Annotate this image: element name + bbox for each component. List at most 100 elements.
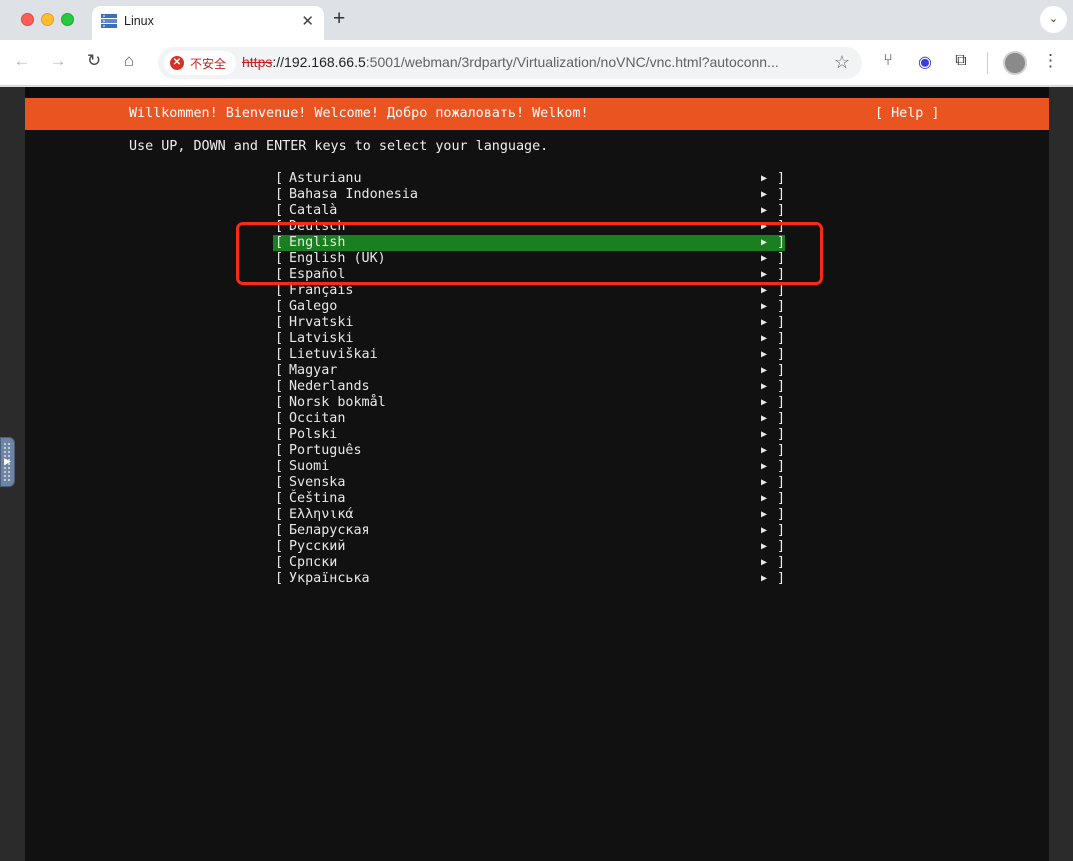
- submenu-arrow-icon: ▶: [761, 445, 768, 456]
- option-bracket-close: ]: [777, 411, 786, 426]
- language-option[interactable]: [Català ▶]: [273, 203, 785, 219]
- reload-icon[interactable]: ↻: [83, 51, 105, 71]
- language-option[interactable]: [Asturianu ▶]: [273, 171, 785, 187]
- url-host: ://192.168.66.5: [272, 54, 366, 70]
- option-bracket-open: [: [275, 459, 284, 474]
- window-close-button[interactable]: [21, 13, 34, 26]
- language-label: Català: [289, 203, 338, 218]
- option-bracket-open: [: [275, 411, 284, 426]
- language-label: Беларуская: [289, 523, 370, 538]
- home-icon[interactable]: ⌂: [118, 51, 140, 71]
- option-bracket-open: [: [275, 491, 284, 506]
- forward-arrow-icon[interactable]: →: [47, 51, 69, 71]
- active-tab[interactable]: Linux ✕: [92, 6, 324, 40]
- expand-arrow-icon: ▶: [4, 456, 11, 466]
- cutlery-icon[interactable]: ⑂: [877, 52, 899, 70]
- language-option[interactable]: [Čeština ▶]: [273, 491, 785, 507]
- submenu-arrow-icon: ▶: [761, 541, 768, 552]
- option-bracket-close: ]: [777, 459, 786, 474]
- option-bracket-open: [: [275, 331, 284, 346]
- language-option[interactable]: [ Português ▶]: [273, 443, 785, 459]
- language-option[interactable]: [Norsk bokmål ▶]: [273, 395, 785, 411]
- option-bracket-close: ]: [777, 427, 786, 442]
- back-arrow-icon[interactable]: ←: [11, 51, 33, 71]
- security-pill[interactable]: ✕ 不安全: [164, 51, 236, 75]
- installer-header: Willkommen! Bienvenue! Welcome! Добро по…: [25, 98, 1049, 130]
- language-label: Українська: [289, 571, 370, 586]
- language-label: Português: [289, 443, 362, 458]
- language-option[interactable]: [Polski ▶]: [273, 427, 785, 443]
- language-option[interactable]: [Українська ▶]: [273, 571, 785, 587]
- server-icon: [101, 14, 117, 28]
- language-option[interactable]: [Bahasa Indonesia ▶]: [273, 187, 785, 203]
- language-option[interactable]: [Français ▶]: [273, 283, 785, 299]
- language-label: Galego: [289, 299, 338, 314]
- submenu-arrow-icon: ▶: [761, 365, 768, 376]
- language-option[interactable]: [Svenska ▶]: [273, 475, 785, 491]
- more-menu-icon[interactable]: ⋮: [1042, 51, 1059, 71]
- welcome-title: Willkommen! Bienvenue! Welcome! Добро по…: [129, 106, 589, 121]
- tab-search-button[interactable]: ⌄: [1040, 6, 1067, 33]
- language-option[interactable]: [Suomi ▶]: [273, 459, 785, 475]
- option-bracket-close: ]: [777, 523, 786, 538]
- language-label: Magyar: [289, 363, 338, 378]
- language-label: Svenska: [289, 475, 346, 490]
- language-option[interactable]: [Magyar ▶]: [273, 363, 785, 379]
- security-label: 不安全: [190, 57, 227, 71]
- language-option[interactable]: [Lietuviškai ▶]: [273, 347, 785, 363]
- language-label: Norsk bokmål: [289, 395, 386, 410]
- option-bracket-close: ]: [777, 539, 786, 554]
- novnc-control-handle[interactable]: ▶: [0, 437, 15, 487]
- option-bracket-close: ]: [777, 443, 786, 458]
- language-option[interactable]: [Nederlands ▶]: [273, 379, 785, 395]
- instructions-text: Use UP, DOWN and ENTER keys to select yo…: [129, 139, 549, 154]
- option-bracket-open: [: [275, 475, 284, 490]
- language-option[interactable]: [Беларуская ▶]: [273, 523, 785, 539]
- language-label: Ελληνικά: [289, 507, 354, 522]
- submenu-arrow-icon: ▶: [761, 397, 768, 408]
- window-minimize-button[interactable]: [41, 13, 54, 26]
- option-bracket-close: ]: [777, 331, 786, 346]
- record-icon[interactable]: ◉: [914, 52, 936, 72]
- submenu-arrow-icon: ▶: [761, 301, 768, 312]
- option-bracket-open: [: [275, 443, 284, 458]
- address-bar[interactable]: ✕ 不安全 https://192.168.66.5:5001/webman/3…: [158, 47, 862, 79]
- new-tab-button[interactable]: +: [333, 7, 345, 31]
- language-label: Asturianu: [289, 171, 362, 186]
- language-option[interactable]: [Hrvatski ▶]: [273, 315, 785, 331]
- profile-avatar[interactable]: [1003, 51, 1027, 75]
- language-option[interactable]: [Српски ▶]: [273, 555, 785, 571]
- option-bracket-close: ]: [777, 475, 786, 490]
- url-text[interactable]: https://192.168.66.5:5001/webman/3rdpart…: [242, 54, 779, 70]
- submenu-arrow-icon: ▶: [761, 349, 768, 360]
- option-bracket-open: [: [275, 347, 284, 362]
- submenu-arrow-icon: ▶: [761, 381, 768, 392]
- language-label: Latviski: [289, 331, 354, 346]
- option-bracket-close: ]: [777, 203, 786, 218]
- language-label: Lietuviškai: [289, 347, 378, 362]
- puzzle-extension-icon[interactable]: ⧉: [950, 52, 972, 70]
- language-option[interactable]: [Русский ▶]: [273, 539, 785, 555]
- submenu-arrow-icon: ▶: [761, 317, 768, 328]
- option-bracket-open: [: [275, 427, 284, 442]
- vnc-console[interactable]: Willkommen! Bienvenue! Welcome! Добро по…: [25, 87, 1049, 861]
- option-bracket-open: [: [275, 555, 284, 570]
- language-option[interactable]: [Galego ▶]: [273, 299, 785, 315]
- tab-close-icon[interactable]: ✕: [301, 12, 314, 30]
- submenu-arrow-icon: ▶: [761, 557, 768, 568]
- submenu-arrow-icon: ▶: [761, 285, 768, 296]
- language-label: Српски: [289, 555, 338, 570]
- language-option[interactable]: [ Latviski ▶]: [273, 331, 785, 347]
- help-button[interactable]: [ Help ]: [875, 106, 940, 121]
- bookmark-star-icon[interactable]: ☆: [834, 52, 850, 73]
- option-bracket-close: ]: [777, 187, 786, 202]
- submenu-arrow-icon: ▶: [761, 493, 768, 504]
- window-maximize-button[interactable]: [61, 13, 74, 26]
- language-option[interactable]: [Ελληνικά ▶]: [273, 507, 785, 523]
- option-bracket-close: ]: [777, 363, 786, 378]
- submenu-arrow-icon: ▶: [761, 333, 768, 344]
- option-bracket-open: [: [275, 571, 284, 586]
- submenu-arrow-icon: ▶: [761, 173, 768, 184]
- language-option[interactable]: [Occitan ▶]: [273, 411, 785, 427]
- language-label: Bahasa Indonesia: [289, 187, 418, 202]
